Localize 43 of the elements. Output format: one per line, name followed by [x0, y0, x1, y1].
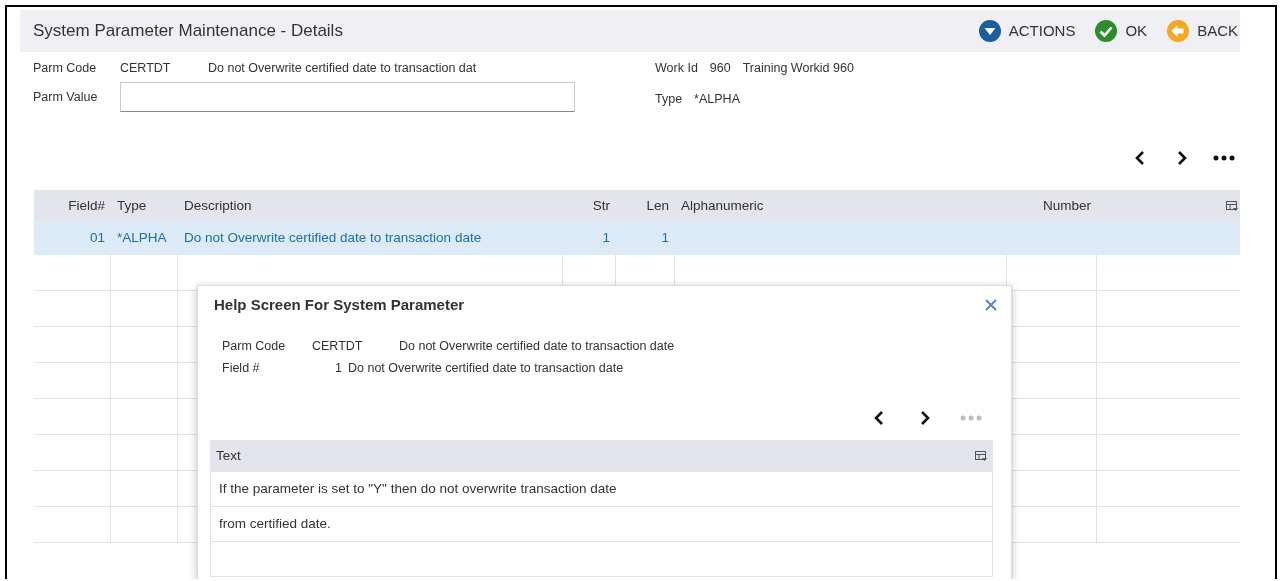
action-button[interactable]: OK — [1095, 19, 1148, 43]
column-header[interactable]: Len — [616, 195, 675, 217]
column-header[interactable]: Number — [1007, 195, 1097, 217]
field-number: 1 — [334, 359, 343, 377]
close-button[interactable] — [983, 297, 999, 313]
column-header[interactable]: Field# — [34, 195, 111, 217]
column-settings-icon[interactable] — [975, 450, 987, 462]
field-label: Parm Code — [33, 59, 98, 77]
work-id: 960 — [709, 59, 731, 77]
table-cell-text: 1 — [660, 229, 670, 248]
field-label: Parm Value — [33, 88, 99, 106]
parm-code: CERTDT — [120, 59, 172, 77]
field-label: Field # — [222, 359, 261, 377]
type-value: *ALPHA — [694, 91, 740, 108]
parm-description: Do not Overwrite certified date to transaction dat — [208, 59, 477, 77]
column-header: Text — [216, 446, 241, 465]
table-row[interactable]: 01 *ALPHA Do not Overwrite certified date to transaction date 1 1 — [34, 222, 1240, 255]
table-cell: If the parameter is set to "Y" then do not overwrite transaction date — [211, 472, 992, 507]
action-button[interactable]: BACK — [1167, 19, 1238, 43]
page-title: System Parameter Maintenance - Details — [33, 20, 343, 43]
column-header[interactable]: Type — [111, 195, 178, 217]
field-label: Type — [655, 91, 683, 108]
check-icon — [1095, 20, 1118, 42]
column-header[interactable]: Description — [178, 195, 563, 217]
field-label: Work Id — [655, 59, 698, 77]
action-button[interactable]: ACTIONS — [978, 19, 1076, 43]
parm-description: Do not Overwrite certified date to transaction date — [399, 337, 675, 355]
table-cell-text: *ALPHA — [116, 229, 168, 248]
table-cell-text: 01 — [88, 229, 106, 248]
arrow-left-icon — [1167, 20, 1190, 42]
dropdown-icon — [978, 20, 1001, 42]
column-settings-icon[interactable] — [1226, 200, 1238, 212]
table-cell-text: 1 — [601, 229, 611, 248]
parm-value-field[interactable] — [120, 82, 575, 112]
table-cell: from certified date. — [211, 507, 992, 542]
field-description: Do not Overwrite certified date to transaction date — [348, 359, 624, 377]
field-label: Parm Code — [222, 337, 287, 355]
table-cell-text: Do not Overwrite certified date to transaction date — [183, 229, 483, 248]
dialog-title: Help Screen For System Parameter — [214, 294, 465, 315]
work-id-description: Training Workid 960 — [742, 59, 854, 77]
parm-code: CERTDT — [312, 337, 364, 355]
column-header[interactable]: Alphanumeric — [675, 195, 1007, 217]
column-header[interactable]: Str — [563, 195, 616, 217]
